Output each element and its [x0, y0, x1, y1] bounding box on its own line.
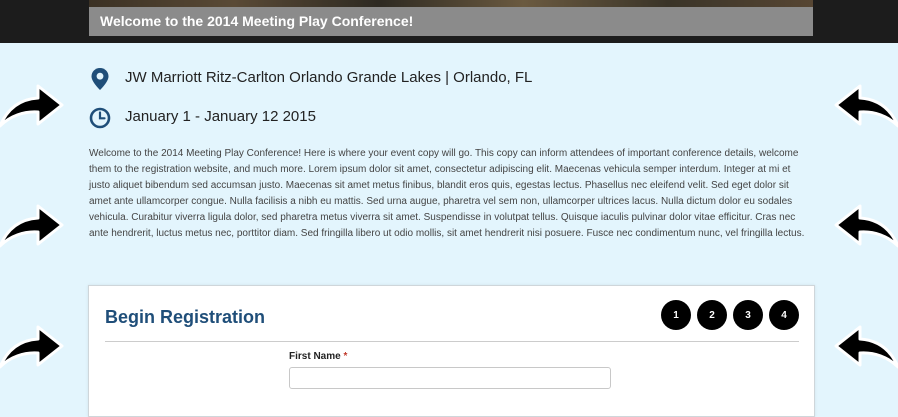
event-dates-text: January 1 - January 12 2015	[125, 108, 316, 125]
step-1-indicator[interactable]: 1	[661, 300, 691, 330]
registration-title: Begin Registration	[105, 307, 266, 327]
step-3-indicator[interactable]: 3	[733, 300, 763, 330]
registration-card: Begin Registration 1 2 3 4 First Name *	[88, 285, 815, 417]
map-pin-icon	[91, 68, 109, 90]
first-name-label-text: First Name	[289, 351, 341, 362]
right-arrow-icon	[0, 325, 64, 369]
event-location-text: JW Marriott Ritz-Carlton Orlando Grande …	[125, 69, 533, 86]
event-description: Welcome to the 2014 Meeting Play Confere…	[89, 148, 805, 239]
banner-title: Welcome to the 2014 Meeting Play Confere…	[100, 13, 414, 29]
first-name-label: First Name *	[289, 351, 347, 362]
card-divider	[105, 341, 799, 342]
first-name-input[interactable]	[289, 367, 611, 389]
left-arrow-icon	[834, 325, 898, 369]
step-2-indicator[interactable]: 2	[697, 300, 727, 330]
clock-icon	[89, 107, 111, 129]
top-header-bar: Welcome to the 2014 Meeting Play Confere…	[0, 0, 898, 43]
required-asterisk: *	[343, 351, 348, 362]
welcome-banner: Welcome to the 2014 Meeting Play Confere…	[89, 7, 813, 36]
left-arrow-icon	[834, 84, 898, 128]
step-4-indicator[interactable]: 4	[769, 300, 799, 330]
right-arrow-icon	[0, 204, 64, 248]
right-arrow-icon	[0, 84, 64, 128]
left-arrow-icon	[834, 204, 898, 248]
